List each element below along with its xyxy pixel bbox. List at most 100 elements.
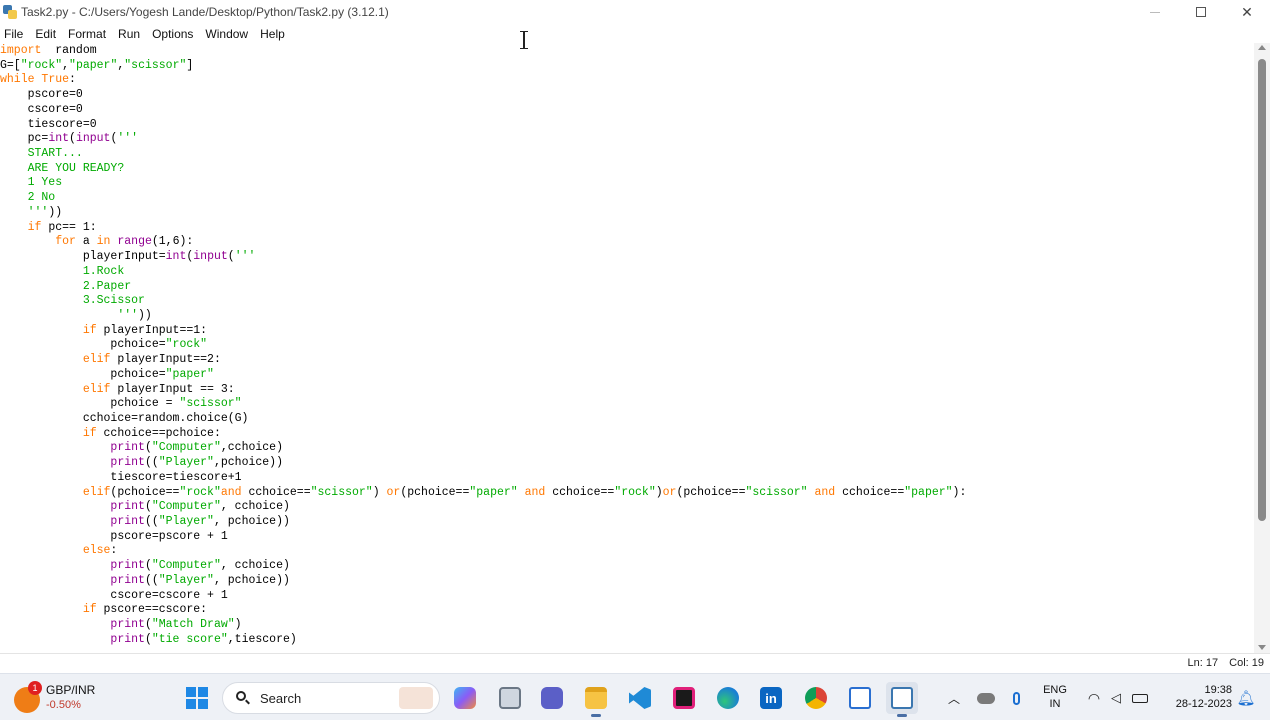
code-line[interactable]: tiescore=0 <box>0 118 1254 133</box>
vertical-scrollbar[interactable] <box>1254 43 1270 653</box>
jetbrains-button[interactable] <box>668 682 700 714</box>
code-line[interactable]: print(("Player",pchoice)) <box>0 456 1254 471</box>
close-button[interactable]: ✕ <box>1224 0 1270 24</box>
code-token: , pchoice)) <box>213 573 290 587</box>
code-line[interactable]: tiescore=tiescore+1 <box>0 471 1254 486</box>
code-token: and <box>220 485 242 499</box>
code-line[interactable]: print("Computer",cchoice) <box>0 441 1254 456</box>
code-token: print <box>0 632 145 646</box>
code-token: 1 Yes <box>0 176 63 190</box>
cloud-icon <box>977 692 995 704</box>
code-line[interactable]: 3.Scissor <box>0 294 1254 309</box>
code-line[interactable]: if pscore==cscore: <box>0 603 1254 618</box>
code-editor[interactable]: import random G=["rock","paper","scissor"… <box>0 43 1254 653</box>
code-token: cchoice== <box>241 485 311 499</box>
code-token: "rock" <box>614 485 656 499</box>
battery-button[interactable] <box>1124 682 1156 714</box>
code-token: ''' <box>117 132 139 146</box>
menu-help[interactable]: Help <box>256 27 289 41</box>
code-token: )) <box>48 205 63 219</box>
code-line[interactable]: print("tie score",tiescore) <box>0 633 1254 648</box>
copilot-icon <box>454 687 476 709</box>
notifications-button[interactable]: 🔔︎ <box>1230 682 1262 714</box>
code-line[interactable]: print(("Player", pchoice)) <box>0 574 1254 589</box>
code-line[interactable]: START... <box>0 147 1254 162</box>
teams-button[interactable] <box>536 682 568 714</box>
code-line[interactable]: pc=int(input(''' <box>0 132 1254 147</box>
chrome-button[interactable] <box>800 682 832 714</box>
code-line[interactable]: pchoice="paper" <box>0 368 1254 383</box>
currency-widget[interactable]: 1 GBP/INR -0.50% <box>14 681 124 715</box>
task-view-button[interactable] <box>494 682 526 714</box>
code-line[interactable]: 2 No <box>0 191 1254 206</box>
code-line[interactable]: print("Match Draw") <box>0 618 1254 633</box>
vscode-button[interactable] <box>624 682 656 714</box>
code-token: ( <box>144 500 152 514</box>
code-line[interactable]: playerInput=int(input(''' <box>0 250 1254 265</box>
code-line[interactable]: while True: <box>0 73 1254 88</box>
code-line[interactable]: else: <box>0 544 1254 559</box>
code-line[interactable]: 1 Yes <box>0 176 1254 191</box>
start-button[interactable] <box>181 682 213 714</box>
linkedin-button[interactable]: in <box>755 682 787 714</box>
taskbar: 1 GBP/INR -0.50% Search in ︿ ENG IN ◠ ◁ … <box>0 673 1270 720</box>
microphone-button[interactable] <box>1000 682 1032 714</box>
scrollbar-thumb[interactable] <box>1258 59 1266 521</box>
minimize-button[interactable] <box>1132 0 1178 24</box>
code-token: , <box>62 58 70 72</box>
menu-format[interactable]: Format <box>64 27 110 41</box>
code-line[interactable]: elif playerInput == 3: <box>0 383 1254 398</box>
taskbar-search[interactable]: Search <box>222 682 440 714</box>
code-token: if <box>0 323 97 337</box>
code-line[interactable]: pscore=pscore + 1 <box>0 530 1254 545</box>
menu-file[interactable]: File <box>0 27 27 41</box>
code-token: (pchoice== <box>676 485 746 499</box>
menu-options[interactable]: Options <box>148 27 197 41</box>
code-token: "paper" <box>69 58 118 72</box>
code-text[interactable]: import random G=["rock","paper","scissor"… <box>0 43 1254 647</box>
code-line[interactable]: print("Computer", cchoice) <box>0 500 1254 515</box>
code-token: cchoice== <box>835 485 905 499</box>
code-line[interactable]: print("Computer", cchoice) <box>0 559 1254 574</box>
show-hidden-icons-button[interactable]: ︿ <box>938 682 970 714</box>
code-line[interactable]: ''')) <box>0 206 1254 221</box>
edge-button[interactable] <box>712 682 744 714</box>
code-line[interactable]: for a in range(1,6): <box>0 235 1254 250</box>
code-line[interactable]: ARE YOU READY? <box>0 162 1254 177</box>
mouse-cursor-icon <box>520 31 528 49</box>
notepad-button[interactable] <box>844 682 876 714</box>
code-line[interactable]: G=["rock","paper","scissor"] <box>0 59 1254 74</box>
code-line[interactable]: cchoice=random.choice(G) <box>0 412 1254 427</box>
code-line[interactable]: elif(pchoice=="rock"and cchoice=="scisso… <box>0 486 1254 501</box>
code-line[interactable]: cscore=0 <box>0 103 1254 118</box>
code-line[interactable]: import random <box>0 44 1254 59</box>
onedrive-button[interactable] <box>970 682 1002 714</box>
code-line[interactable]: elif playerInput==2: <box>0 353 1254 368</box>
menu-window[interactable]: Window <box>201 27 252 41</box>
idle-python-button[interactable] <box>886 682 918 717</box>
language-bottom: IN <box>1049 698 1061 710</box>
file-explorer-button[interactable] <box>580 682 612 717</box>
menu-run[interactable]: Run <box>114 27 144 41</box>
language-indicator[interactable]: ENG IN <box>1040 683 1070 711</box>
jetbrains-icon <box>673 687 695 709</box>
code-line[interactable]: pchoice = "scissor" <box>0 397 1254 412</box>
code-line[interactable]: ''')) <box>0 309 1254 324</box>
code-line[interactable]: if playerInput==1: <box>0 324 1254 339</box>
code-line[interactable]: pscore=0 <box>0 88 1254 103</box>
code-line[interactable]: print(("Player", pchoice)) <box>0 515 1254 530</box>
code-line[interactable]: 1.Rock <box>0 265 1254 280</box>
maximize-button[interactable] <box>1178 0 1224 24</box>
system-clock[interactable]: 19:38 28-12-2023 <box>1160 683 1232 711</box>
code-line[interactable]: pchoice="rock" <box>0 338 1254 353</box>
code-line[interactable]: if cchoice==pchoice: <box>0 427 1254 442</box>
code-line[interactable]: cscore=cscore + 1 <box>0 589 1254 604</box>
menu-edit[interactable]: Edit <box>31 27 60 41</box>
code-line[interactable]: 2.Paper <box>0 280 1254 295</box>
scroll-up-arrow-icon[interactable] <box>1258 45 1266 50</box>
code-line[interactable]: if pc== 1: <box>0 221 1254 236</box>
copilot-button[interactable] <box>449 682 481 714</box>
code-token: "Player" <box>158 456 214 470</box>
scroll-down-arrow-icon[interactable] <box>1258 645 1266 650</box>
